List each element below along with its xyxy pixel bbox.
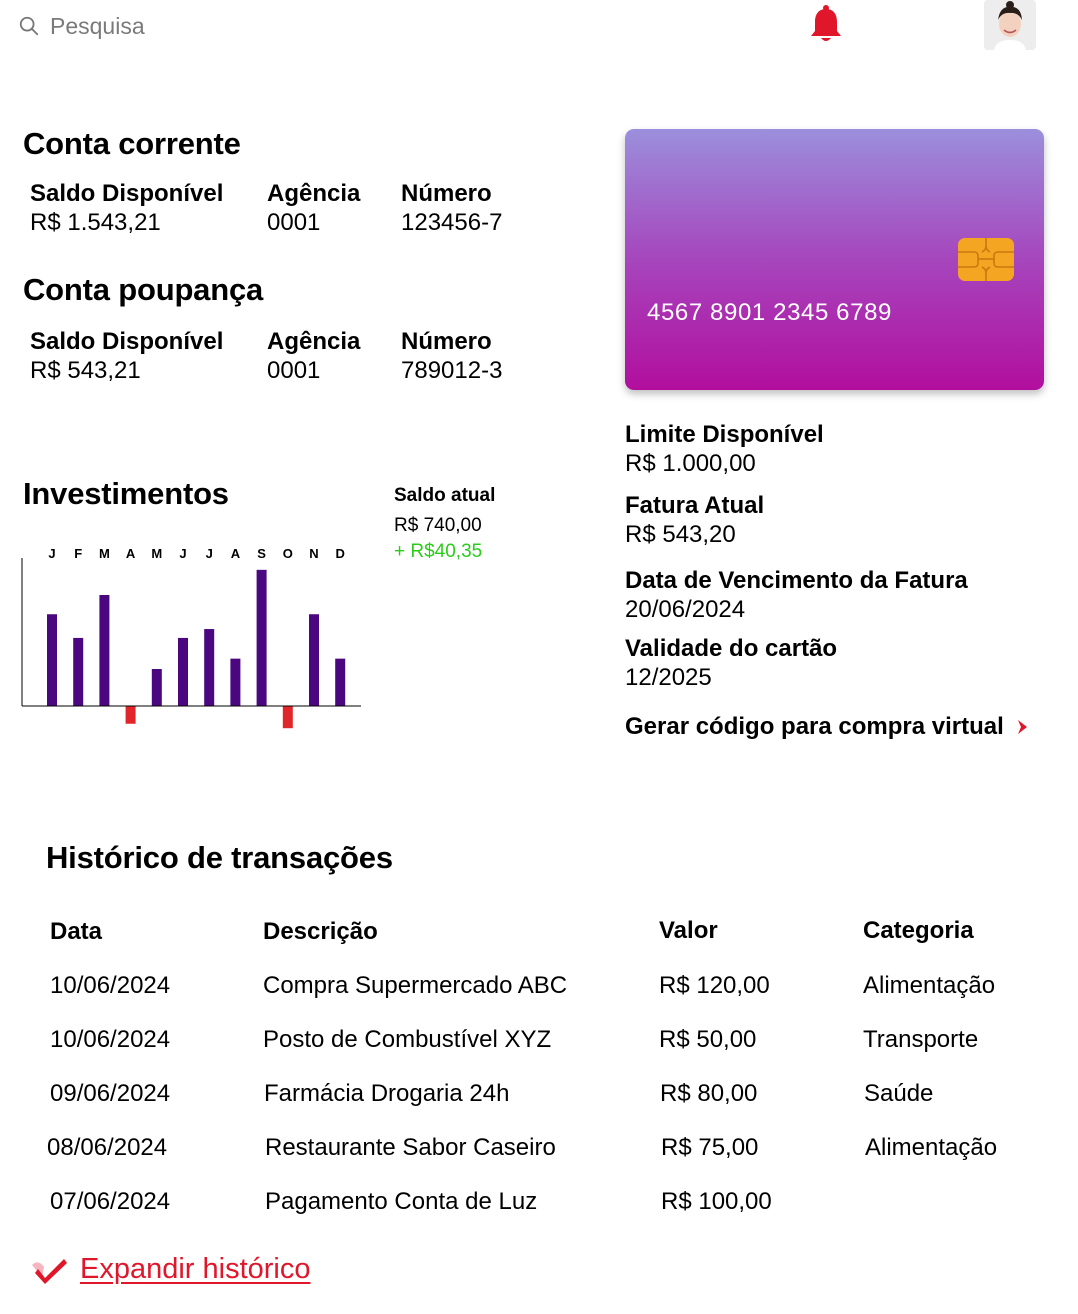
- chart-bar: [99, 595, 110, 706]
- chart-tick-label: J: [179, 546, 186, 561]
- notifications-button[interactable]: [808, 4, 844, 44]
- col-header-categoria: Categoria: [863, 917, 974, 944]
- chart-tick-label: A: [231, 546, 241, 561]
- cell-categoria: Transporte: [863, 1026, 979, 1053]
- expandir-historico-button[interactable]: Expandir histórico: [30, 1253, 311, 1286]
- bell-icon: [811, 5, 841, 41]
- invest-saldo-value: R$ 740,00: [394, 515, 482, 536]
- cc-saldo-label: Saldo Disponível: [30, 180, 224, 207]
- chart-bar: [125, 706, 136, 724]
- cp-saldo-label: Saldo Disponível: [30, 328, 224, 355]
- conta-corrente-title: Conta corrente: [23, 126, 241, 161]
- cell-valor: R$ 120,00: [659, 972, 770, 999]
- cell-descricao: Posto de Combustível XYZ: [263, 1026, 552, 1053]
- chevron-right-icon: [1017, 720, 1027, 734]
- historico-title: Histórico de transações: [46, 840, 393, 875]
- cp-agencia-value: 0001: [267, 357, 321, 384]
- gerar-codigo-link[interactable]: Gerar código para compra virtual: [625, 713, 1030, 741]
- cc-agencia-label: Agência: [267, 180, 361, 207]
- chart-bar: [151, 669, 162, 706]
- chart-bar: [178, 637, 188, 706]
- invest-saldo-label: Saldo atual: [394, 485, 496, 506]
- gerar-codigo-label: Gerar código para compra virtual: [625, 713, 1004, 740]
- invest-variacao: + R$40,35: [394, 541, 483, 562]
- cell-data: 10/06/2024: [50, 972, 171, 999]
- cell-descricao: Restaurante Sabor Caseiro: [265, 1134, 556, 1161]
- chart-tick-label: N: [309, 546, 318, 561]
- investimentos-chart: JFMAMJJASOND: [21, 546, 361, 729]
- chart-tick-label: M: [151, 546, 162, 561]
- cell-valor: R$ 100,00: [661, 1188, 772, 1215]
- cc-agencia-value: 0001: [267, 209, 321, 236]
- limite-label: Limite Disponível: [625, 421, 824, 448]
- chart-tick-label: J: [206, 546, 213, 561]
- chart-tick-label: S: [257, 546, 266, 561]
- chart-bar: [309, 614, 319, 706]
- cell-data: 07/06/2024: [50, 1188, 171, 1215]
- chart-tick-label: J: [48, 546, 55, 561]
- cp-saldo-value: R$ 543,21: [30, 357, 141, 384]
- vencimento-label: Data de Vencimento da Fatura: [625, 567, 968, 594]
- cell-categoria: Alimentação: [865, 1134, 998, 1161]
- cell-descricao: Farmácia Drogaria 24h: [264, 1080, 510, 1107]
- limite-value: R$ 1.000,00: [625, 450, 756, 477]
- avatar-icon: [984, 0, 1036, 50]
- chart-tick-label: D: [336, 546, 345, 561]
- fatura-label: Fatura Atual: [625, 492, 765, 519]
- cp-numero-label: Número: [401, 328, 492, 355]
- user-avatar[interactable]: [984, 0, 1036, 50]
- vencimento-value: 20/06/2024: [625, 596, 746, 623]
- cell-data: 09/06/2024: [50, 1080, 171, 1107]
- chart-bar: [73, 637, 84, 706]
- cell-categoria: Saúde: [864, 1080, 934, 1107]
- col-header-data: Data: [50, 918, 103, 945]
- chart-tick-label: M: [99, 546, 110, 561]
- chart-bar: [204, 629, 215, 706]
- validade-label: Validade do cartão: [625, 635, 838, 662]
- col-header-valor: Valor: [659, 917, 718, 944]
- validade-value: 12/2025: [625, 664, 712, 691]
- cell-descricao: Compra Supermercado ABC: [263, 972, 568, 999]
- col-header-descricao: Descrição: [263, 918, 378, 945]
- cc-numero-label: Número: [401, 180, 492, 207]
- chart-bar: [282, 706, 293, 729]
- cc-numero-value: 123456-7: [401, 209, 503, 236]
- chart-tick-label: A: [126, 546, 136, 561]
- chart-bar: [256, 569, 267, 706]
- cell-valor: R$ 50,00: [659, 1026, 757, 1053]
- chart-bar: [47, 614, 57, 706]
- chart-bar: [230, 658, 241, 706]
- cell-categoria: Alimentação: [863, 972, 996, 999]
- chart-tick-label: F: [74, 546, 82, 561]
- conta-poupanca-title: Conta poupança: [23, 272, 264, 307]
- cell-descricao: Pagamento Conta de Luz: [265, 1188, 538, 1215]
- cp-numero-value: 789012-3: [401, 357, 503, 384]
- expandir-historico-label: Expandir histórico: [80, 1253, 311, 1285]
- chart-tick-label: O: [283, 546, 293, 561]
- chart-bar: [335, 658, 346, 706]
- card-chip-icon: [958, 238, 1014, 281]
- card-number: 4567 8901 2345 6789: [647, 299, 892, 326]
- cc-saldo-value: R$ 1.543,21: [30, 209, 161, 236]
- cell-valor: R$ 75,00: [661, 1134, 759, 1161]
- cell-valor: R$ 80,00: [660, 1080, 758, 1107]
- heart-check-icon: [32, 1258, 67, 1284]
- fatura-value: R$ 543,20: [625, 521, 736, 548]
- search-bar[interactable]: [18, 10, 318, 42]
- credit-card: 4567 8901 2345 6789: [625, 129, 1044, 390]
- cp-agencia-label: Agência: [267, 328, 361, 355]
- search-icon: [19, 16, 39, 36]
- cell-data: 08/06/2024: [47, 1134, 168, 1161]
- investimentos-title: Investimentos: [23, 476, 229, 511]
- cell-data: 10/06/2024: [50, 1026, 171, 1053]
- search-input[interactable]: [50, 12, 290, 40]
